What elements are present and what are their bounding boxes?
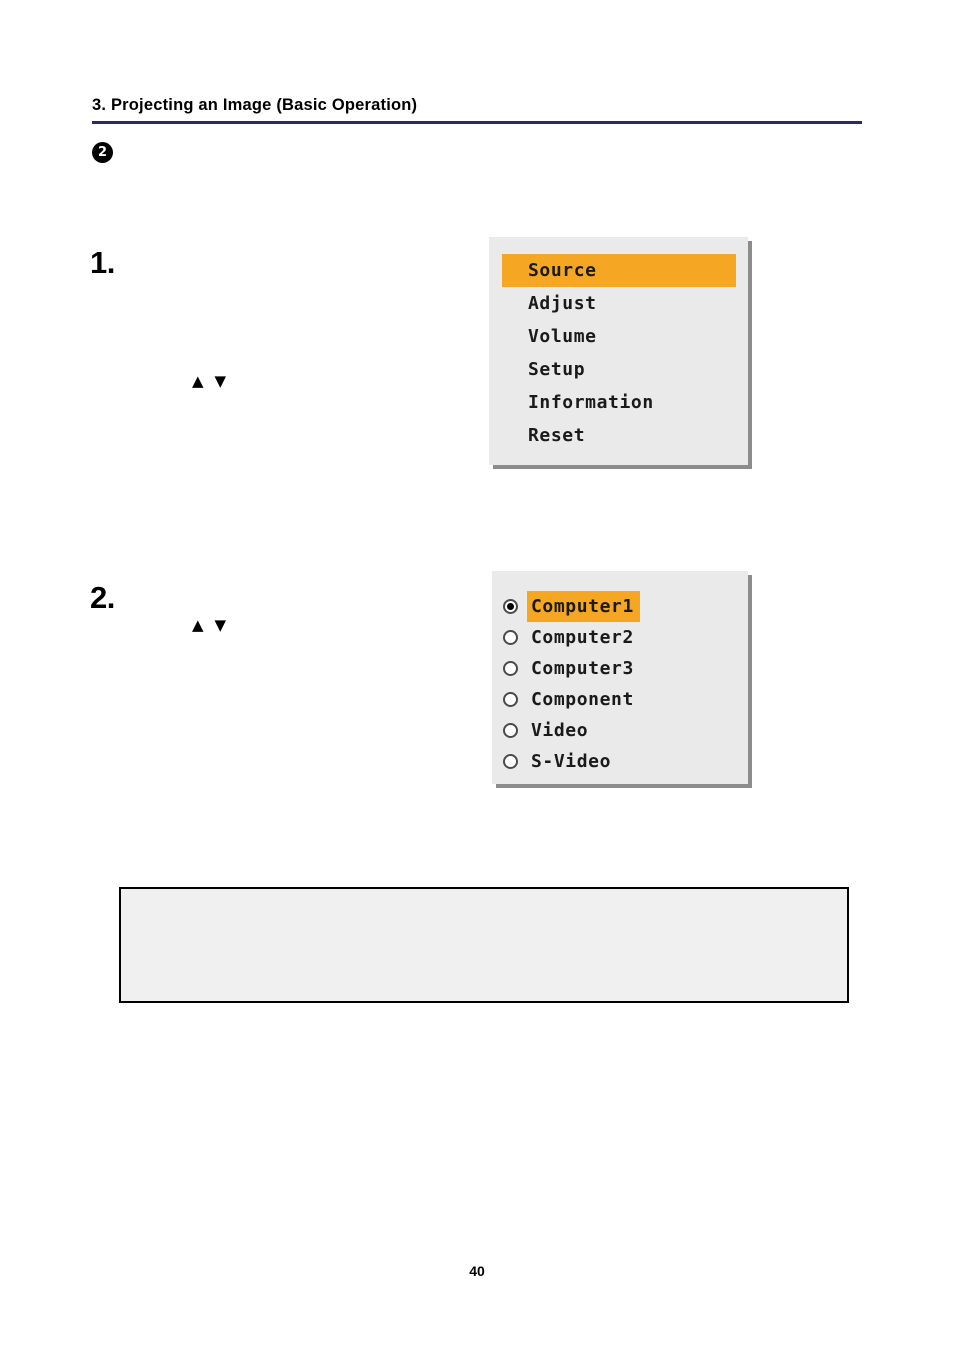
osd-source-item-highlight: S-Video: [527, 746, 617, 777]
osd-source-item-label: Computer1: [531, 596, 634, 617]
osd-menu-item-label: Information: [528, 392, 654, 413]
radio-button-icon[interactable]: [503, 661, 518, 676]
osd-menu-item-label: Adjust: [528, 293, 597, 314]
step-1-number: 1.: [90, 245, 115, 280]
osd-source-item-label: Computer2: [531, 627, 634, 648]
osd-source-item-label: S-Video: [531, 751, 612, 772]
osd-source-item-highlight: Component: [527, 684, 640, 715]
osd-menu-item-adjust[interactable]: Adjust: [502, 287, 736, 320]
osd-source-item-highlight: Computer2: [527, 622, 640, 653]
radio-button-icon[interactable]: [503, 630, 518, 645]
osd-menu-item-label: Volume: [528, 326, 597, 347]
osd-source-item-component[interactable]: Component: [503, 684, 724, 715]
osd-main-menu-panel: Source Adjust Volume Setup Information R…: [489, 237, 748, 465]
page-title: 3. Projecting an Image (Basic Operation): [92, 96, 418, 114]
page-number: 40: [469, 1263, 485, 1279]
osd-source-list: Computer1 Computer2 Computer3 Component …: [492, 571, 748, 777]
osd-source-item-label: Video: [531, 720, 589, 741]
osd-menu-item-label: Reset: [528, 425, 586, 446]
section-bullet-number: 2: [92, 142, 113, 163]
osd-menu-item-information[interactable]: Information: [502, 386, 736, 419]
osd-source-item-highlight: Computer3: [527, 653, 640, 684]
header-divider: [92, 121, 862, 125]
osd-source-item-computer1[interactable]: Computer1: [503, 591, 724, 622]
step-2-updown-arrow-icon: ▲▼: [192, 616, 238, 634]
osd-menu-item-volume[interactable]: Volume: [502, 320, 736, 353]
osd-menu-item-label: Source: [528, 260, 597, 281]
osd-source-item-video[interactable]: Video: [503, 715, 724, 746]
osd-source-select-panel: Computer1 Computer2 Computer3 Component …: [492, 571, 748, 784]
osd-source-item-label: Component: [531, 689, 634, 710]
osd-menu-item-reset[interactable]: Reset: [502, 419, 736, 452]
osd-source-item-computer3[interactable]: Computer3: [503, 653, 724, 684]
note-box: [119, 887, 849, 1003]
step-1-updown-arrow-icon: ▲▼: [192, 372, 238, 390]
osd-source-item-computer2[interactable]: Computer2: [503, 622, 724, 653]
osd-source-item-label: Computer3: [531, 658, 634, 679]
osd-menu-item-source[interactable]: Source: [502, 254, 736, 287]
osd-source-item-highlight: Computer1: [527, 591, 640, 622]
radio-button-icon[interactable]: [503, 723, 518, 738]
osd-main-menu-list: Source Adjust Volume Setup Information R…: [489, 237, 748, 452]
radio-button-icon[interactable]: [503, 692, 518, 707]
radio-button-icon[interactable]: [503, 599, 518, 614]
page-header: 3. Projecting an Image (Basic Operation): [92, 96, 862, 125]
step-2-number: 2.: [90, 580, 115, 615]
osd-menu-item-setup[interactable]: Setup: [502, 353, 736, 386]
osd-menu-item-label: Setup: [528, 359, 586, 380]
osd-source-item-highlight: Video: [527, 715, 594, 746]
radio-button-icon[interactable]: [503, 754, 518, 769]
osd-source-item-s-video[interactable]: S-Video: [503, 746, 724, 777]
